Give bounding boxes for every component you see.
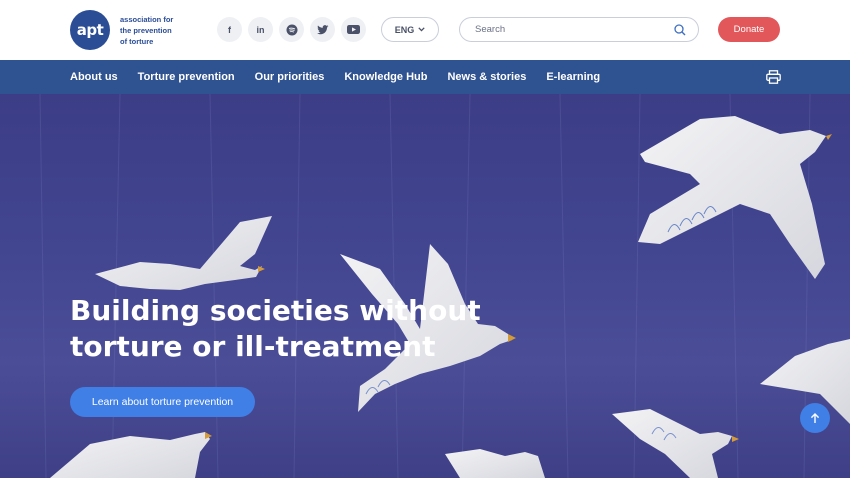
hero-banner: Building societies without torture or il…	[0, 94, 850, 478]
hero-title: Building societies without torture or il…	[70, 294, 481, 363]
nav-item-torture-prevention[interactable]: Torture prevention	[138, 71, 235, 83]
nav-item-knowledge-hub[interactable]: Knowledge Hub	[344, 71, 427, 83]
arrow-up-icon	[810, 412, 820, 423]
logo-text: association for the prevention of tortur…	[120, 14, 174, 46]
dove-bottom-center	[445, 449, 545, 478]
language-label: ENG	[394, 24, 415, 35]
facebook-icon[interactable]: f	[217, 17, 242, 42]
linkedin-icon[interactable]: in	[248, 17, 273, 42]
dove-large	[638, 116, 832, 279]
logo-mark: apt	[70, 10, 110, 50]
donate-button[interactable]: Donate	[718, 17, 780, 42]
learn-more-button[interactable]: Learn about torture prevention	[70, 387, 255, 417]
nav-items: About us Torture prevention Our prioriti…	[70, 60, 600, 94]
youtube-icon[interactable]	[341, 17, 366, 42]
nav-item-about-us[interactable]: About us	[70, 71, 118, 83]
dove-bottom-left	[50, 432, 212, 478]
nav-item-e-learning[interactable]: E-learning	[546, 71, 600, 83]
chevron-down-icon	[418, 27, 425, 32]
search-icon[interactable]	[674, 23, 686, 36]
scroll-to-top-button[interactable]	[800, 403, 830, 433]
search-input[interactable]	[475, 24, 674, 35]
print-icon[interactable]	[766, 70, 781, 84]
search-box	[459, 17, 699, 42]
social-links: f in	[217, 17, 366, 42]
nav-item-our-priorities[interactable]: Our priorities	[255, 71, 325, 83]
hero-illustration	[39, 94, 850, 478]
spotify-icon[interactable]	[279, 17, 304, 42]
top-header: apt association for the prevention of to…	[0, 0, 850, 60]
dove-upper-mid	[95, 216, 272, 290]
twitter-icon[interactable]	[310, 17, 335, 42]
language-selector[interactable]: ENG	[381, 17, 439, 42]
main-nav: About us Torture prevention Our prioriti…	[0, 60, 850, 94]
apt-logo[interactable]: apt association for the prevention of to…	[70, 10, 200, 50]
nav-item-news-stories[interactable]: News & stories	[447, 71, 526, 83]
dove-bottom-right	[612, 409, 739, 478]
